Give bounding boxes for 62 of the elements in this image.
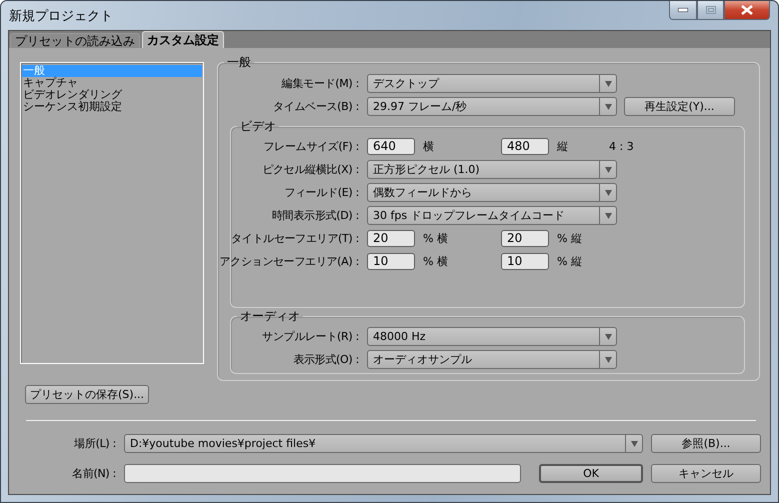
tab[interactable]: プリセットの読み込み (10, 33, 140, 48)
maximize-icon (706, 6, 716, 14)
ok-button[interactable]: OK (539, 464, 643, 483)
field-label: 表示形式(O) : (293, 352, 359, 367)
list-item[interactable]: ビデオレンダリング (22, 89, 202, 101)
dropdown[interactable]: D:¥youtube movies¥project files¥ (124, 434, 643, 453)
field-label: タイトルセーフエリア(T) : (230, 231, 359, 246)
dropdown-arrow-icon (604, 334, 612, 340)
dropdown-arrow-icon (630, 440, 638, 446)
dropdown[interactable]: 30 fps ドロップフレームタイムコード (367, 206, 617, 225)
minimize-button[interactable] (669, 1, 697, 20)
input-field[interactable]: 10 (501, 253, 549, 270)
group-title: 一般 (226, 54, 252, 71)
maximize-button[interactable] (697, 1, 724, 20)
unit-label: % 縦 (557, 255, 582, 268)
dropdown[interactable]: 29.97 フレーム/秒 (367, 97, 617, 116)
field-label: アクションセーフエリア(A) : (219, 254, 359, 269)
list-item[interactable]: シーケンス初期設定 (22, 101, 202, 113)
dropdown[interactable]: 48000 Hz (367, 327, 617, 346)
aspect-ratio-text: 4 : 3 (609, 140, 634, 153)
dropdown-arrow-icon (604, 212, 612, 218)
dropdown-arrow-icon (604, 356, 612, 362)
input-field[interactable]: 10 (367, 253, 415, 270)
dropdown[interactable]: 正方形ピクセル (1.0) (367, 160, 617, 179)
dropdown-arrow-icon (604, 104, 612, 110)
input-field[interactable]: 20 (367, 230, 415, 247)
input-field[interactable]: 480 (501, 138, 549, 155)
field-label: 時間表示形式(D) : (272, 208, 359, 223)
group-title: オーディオ (239, 308, 301, 325)
unit-label: 横 (423, 140, 434, 153)
unit-label: % 横 (423, 255, 448, 268)
name-field[interactable] (124, 464, 521, 483)
field-label: フレームサイズ(F) : (263, 139, 359, 154)
unit-label: % 横 (423, 232, 448, 245)
field-label: フィールド(E) : (284, 185, 359, 200)
save-preset-button[interactable]: プリセットの保存(S)... (25, 385, 150, 404)
dropdown-arrow-icon (604, 80, 612, 86)
tab[interactable]: カスタム設定 (142, 31, 224, 48)
field-label: ピクセル縦横比(X) : (262, 162, 359, 177)
unit-label: 縦 (557, 140, 568, 153)
cancel-button[interactable]: キャンセル (651, 464, 761, 483)
field-label: サンプルレート(R) : (262, 329, 359, 344)
field-label: 名前(N) : (72, 466, 116, 481)
field-label: 編集モード(M) : (282, 76, 359, 91)
dropdown[interactable]: デスクトップ (367, 74, 617, 93)
dropdown-arrow-icon (604, 166, 612, 172)
input-field[interactable]: 640 (367, 138, 415, 155)
list-item[interactable]: キャプチャ (22, 77, 202, 89)
dropdown-arrow-icon (604, 190, 612, 196)
input-field[interactable]: 20 (501, 230, 549, 247)
group-title: ビデオ (239, 118, 277, 135)
dropdown[interactable]: 偶数フィールドから (367, 183, 617, 202)
unit-label: % 縦 (557, 232, 582, 245)
dropdown[interactable]: オーディオサンプル (367, 350, 617, 369)
window-title: 新規プロジェクト (8, 8, 113, 24)
close-button[interactable] (724, 1, 770, 20)
playback-settings-button[interactable]: 再生設定(Y)... (624, 97, 735, 116)
field-label: 場所(L) : (74, 436, 116, 451)
browse-button[interactable]: 参照(B)... (651, 434, 761, 453)
close-icon (741, 5, 753, 15)
field-label: タイムベース(B) : (272, 99, 359, 114)
minimize-icon (678, 8, 688, 12)
